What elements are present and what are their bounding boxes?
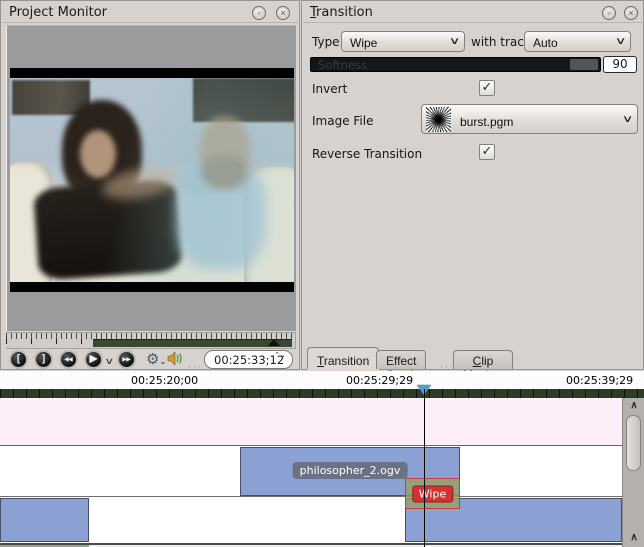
float-icon: ▫: [607, 8, 610, 18]
float-panel-button[interactable]: ▫: [252, 6, 266, 20]
clip-label: philosopher_2.ogv: [293, 462, 408, 479]
burst-thumbnail-icon: [426, 107, 451, 132]
monitor-timecode-spinbox[interactable]: 00:25:33;12 ⌃⌄: [204, 350, 293, 369]
with-track-value: Auto: [533, 36, 558, 50]
invert-label: Invert: [312, 82, 347, 96]
project-monitor-titlebar[interactable]: Project Monitor ▫ ×: [2, 2, 298, 23]
track-video-1: [0, 398, 622, 446]
ruler-timecode: 00:25:20;00: [131, 374, 198, 387]
video-image: [10, 78, 294, 282]
scrollbar-thumb[interactable]: [626, 415, 641, 471]
chevron-down-icon: ∨: [104, 356, 114, 366]
monitor-settings-button[interactable]: ⚙⌄: [146, 350, 166, 368]
track-video-3: [0, 498, 622, 543]
arrow-up-icon: ∧: [630, 532, 637, 543]
set-zone-end-button[interactable]: ]: [34, 350, 53, 369]
forward-icon: ▸▸: [122, 352, 130, 367]
float-icon: ▫: [257, 8, 260, 18]
kdenlive-window: Project Monitor ▫ ×: [0, 0, 644, 547]
play-icon: ▶: [90, 352, 98, 367]
monitor-transport-controls: [ ] ◂◂ ▶ ∨ ▸▸ ⚙⌄ 00:25:33;12 ⌃⌄: [1, 349, 301, 371]
check-icon: ✓: [482, 144, 493, 159]
wipe-overlay-tint: [10, 78, 294, 282]
project-monitor-title: Project Monitor: [9, 5, 107, 20]
monitor-zone-bar[interactable]: [93, 339, 292, 347]
transition-type-value: Wipe: [350, 36, 377, 50]
chevron-down-icon: ∨: [621, 114, 633, 125]
close-panel-button[interactable]: ×: [624, 6, 638, 20]
check-icon: ✓: [482, 80, 493, 95]
wipe-transition-label: Wipe: [412, 485, 453, 502]
transition-title: Transition: [310, 5, 373, 20]
float-panel-button[interactable]: ▫: [602, 6, 616, 20]
close-icon: ×: [628, 8, 633, 18]
transition-titlebar[interactable]: Transition ▫ ×: [303, 2, 642, 23]
ruler-timecode: 00:25:29;29: [346, 374, 413, 387]
forward-button[interactable]: ▸▸: [117, 350, 136, 369]
image-file-value: burst.pgm: [460, 115, 513, 129]
speaker-icon: [167, 351, 184, 366]
clip-left[interactable]: [0, 498, 89, 542]
audio-monitor-button[interactable]: [167, 351, 184, 369]
track-video-2: philosopher_2.ogv: [0, 447, 622, 497]
timeline-vertical-scrollbar[interactable]: ∧ ∧: [622, 398, 644, 547]
invert-checkbox[interactable]: ✓: [479, 80, 495, 96]
gear-icon: ⚙: [146, 351, 159, 368]
type-label: Type: [312, 35, 340, 49]
video-frame: [10, 68, 294, 292]
play-button[interactable]: ▶: [84, 350, 103, 369]
softness-value-box[interactable]: 90: [603, 56, 637, 73]
tab-effect-stack[interactable]: Effect Stack: [376, 350, 426, 369]
monitor-position-marker[interactable]: [268, 339, 280, 346]
scroll-up-button[interactable]: ∧: [624, 398, 644, 413]
close-panel-button[interactable]: ×: [276, 6, 290, 20]
ruler-timecode: 00:25:39;29: [566, 374, 633, 387]
reverse-transition-label: Reverse Transition: [312, 147, 422, 161]
chevron-down-icon: ∨: [448, 36, 460, 47]
image-file-label: Image File: [312, 114, 373, 128]
tab-transition[interactable]: Transition: [307, 347, 379, 369]
spinner-arrows-icon[interactable]: ⌃⌄: [274, 352, 286, 359]
rewind-icon: ◂◂: [64, 352, 72, 367]
project-monitor-panel: Project Monitor ▫ ×: [0, 0, 300, 370]
play-menu-button[interactable]: ∨: [104, 356, 114, 367]
with-track-label: with track: [471, 35, 531, 49]
rewind-button[interactable]: ◂◂: [59, 350, 78, 369]
monitor-seek-ruler[interactable]: [6, 332, 296, 349]
transition-panel: Transition ▫ × Type Wipe ∨ with track Au…: [301, 0, 644, 370]
transition-type-select[interactable]: Wipe ∨: [341, 31, 465, 52]
scroll-down-button[interactable]: ∧: [624, 530, 644, 545]
monitor-viewport: [6, 25, 296, 331]
softness-value: 90: [612, 57, 627, 71]
gear-menu-icon: ⌄: [159, 357, 166, 366]
playhead-line[interactable]: [424, 389, 425, 547]
timeline-ruler-ticks[interactable]: [0, 389, 644, 398]
softness-slider-handle[interactable]: [570, 59, 598, 70]
timeline: ··· ··· 00:25:20;00 00:25:29;29 00:25:39…: [0, 371, 644, 547]
arrow-up-icon: ∧: [630, 400, 637, 411]
timeline-ruler[interactable]: 00:25:20;00 00:25:29;29 00:25:39;29: [0, 371, 644, 389]
tab-clip-monitor[interactable]: Clip Monitor: [453, 350, 513, 369]
softness-label: Softness: [318, 58, 367, 72]
close-icon: ×: [280, 8, 285, 18]
softness-slider[interactable]: Softness: [310, 57, 601, 72]
wipe-transition-item[interactable]: Wipe: [405, 478, 460, 509]
zone-end-icon: ]: [42, 352, 45, 367]
zone-start-icon: [: [17, 352, 20, 367]
chevron-down-icon: ∨: [614, 36, 626, 47]
set-zone-start-button[interactable]: [: [9, 350, 28, 369]
with-track-select[interactable]: Auto ∨: [524, 31, 631, 52]
reverse-transition-checkbox[interactable]: ✓: [479, 144, 495, 160]
image-file-select[interactable]: burst.pgm ∨: [421, 104, 638, 134]
